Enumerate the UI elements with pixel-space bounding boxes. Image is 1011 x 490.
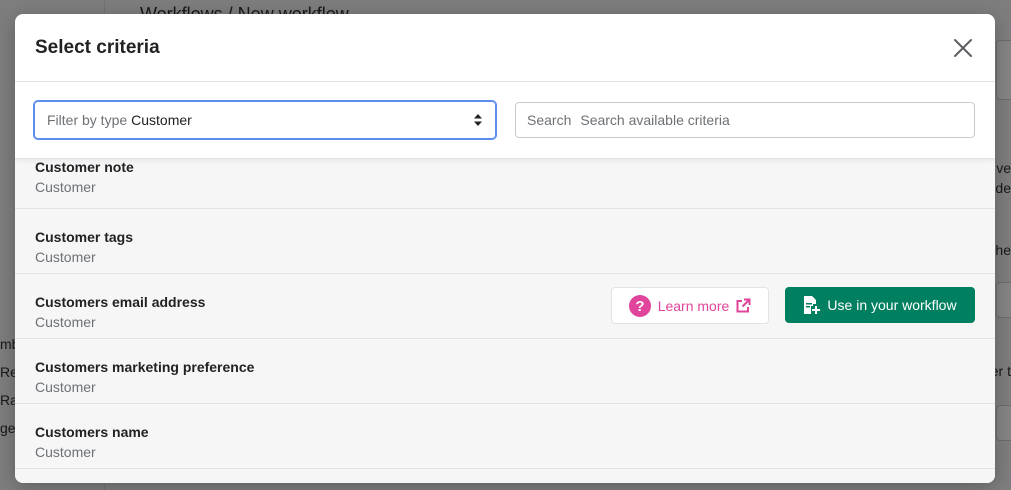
filter-bar: Filter by type Customer Search bbox=[15, 82, 995, 159]
close-button[interactable] bbox=[951, 36, 975, 60]
criteria-type: Customer bbox=[35, 314, 96, 330]
search-input[interactable] bbox=[580, 112, 963, 128]
criteria-type: Customer bbox=[35, 249, 96, 265]
list-item[interactable]: Customers marketing preference Customer bbox=[15, 339, 995, 404]
criteria-name: Customers marketing preference bbox=[35, 359, 255, 375]
criteria-name: Customer note bbox=[35, 159, 134, 175]
select-criteria-modal: Select criteria Filter by type Customer … bbox=[15, 14, 995, 483]
learn-more-button[interactable]: ? Learn more bbox=[611, 287, 769, 324]
select-arrows-icon bbox=[474, 114, 482, 126]
search-label: Search bbox=[527, 112, 572, 128]
search-field[interactable]: Search bbox=[515, 102, 975, 138]
list-item-hovered[interactable]: Customers email address Customer ? Learn… bbox=[15, 274, 995, 339]
learn-more-label: Learn more bbox=[657, 297, 730, 314]
close-icon bbox=[954, 38, 972, 57]
modal-title: Select criteria bbox=[35, 36, 160, 58]
criteria-type: Customer bbox=[35, 444, 96, 460]
criteria-type: Customer bbox=[35, 179, 96, 195]
criteria-name: Customers name bbox=[35, 424, 149, 440]
external-link-icon bbox=[736, 298, 751, 313]
help-icon: ? bbox=[628, 294, 651, 317]
modal-header: Select criteria bbox=[15, 14, 995, 82]
use-in-workflow-button[interactable]: Use in your workflow bbox=[785, 287, 975, 323]
criteria-name: Customers email address bbox=[35, 294, 206, 310]
criteria-name: Customer tags bbox=[35, 229, 134, 245]
row-actions: ? Learn more Use in your workflow bbox=[611, 287, 975, 324]
add-document-icon bbox=[804, 296, 821, 314]
list-item[interactable]: Customer tags Customer bbox=[15, 209, 995, 274]
list-item[interactable]: Customer note Customer bbox=[15, 159, 995, 209]
filter-type-value: Customer bbox=[131, 112, 192, 128]
criteria-type: Customer bbox=[35, 379, 96, 395]
filter-type-select[interactable]: Filter by type Customer bbox=[34, 101, 496, 139]
filter-type-label: Filter by type bbox=[47, 112, 128, 128]
criteria-list: Customer note Customer Customer tags Cus… bbox=[15, 159, 995, 483]
list-item[interactable]: Customers name Customer bbox=[15, 404, 995, 469]
svg-text:?: ? bbox=[635, 298, 644, 315]
use-in-workflow-label: Use in your workflow bbox=[827, 297, 957, 313]
